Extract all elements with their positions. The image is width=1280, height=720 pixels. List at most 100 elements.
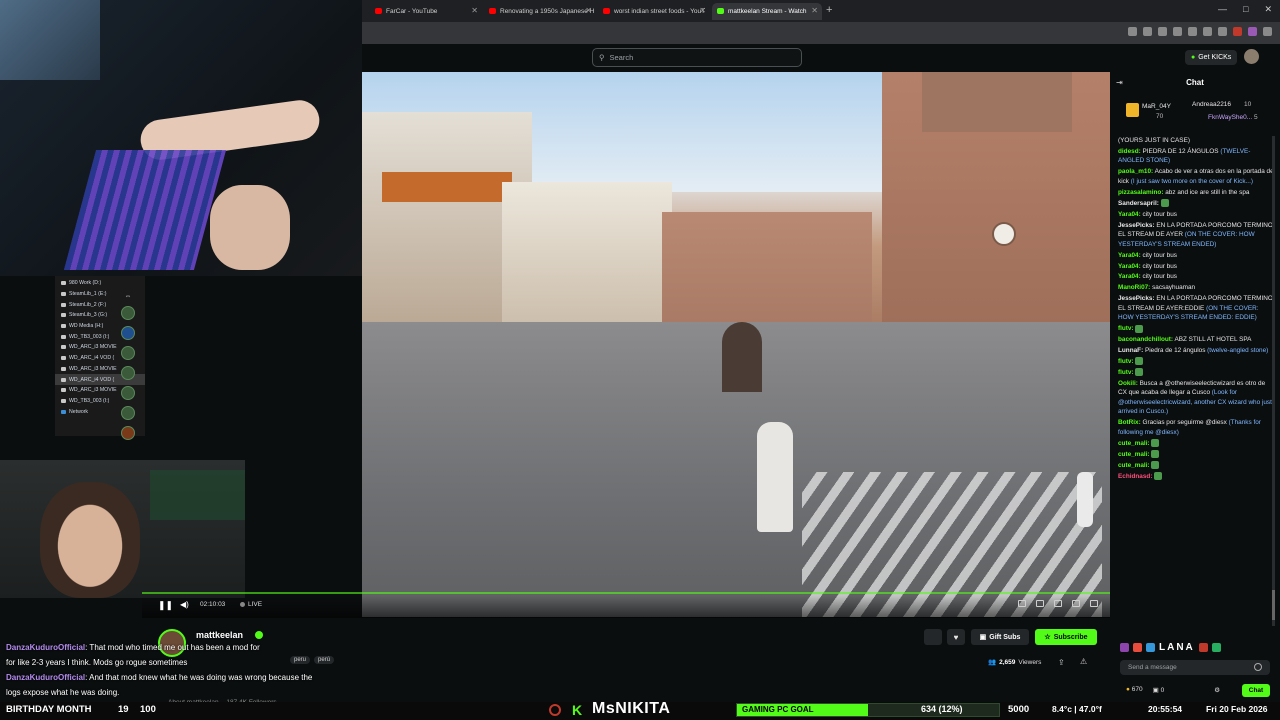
kicks-balance: ● 670 (1126, 686, 1143, 694)
extension-icon[interactable] (1233, 27, 1242, 36)
chat-username[interactable]: ManoRi07: (1118, 284, 1150, 291)
chat-username[interactable]: JessePicks: (1118, 222, 1155, 229)
close-icon[interactable]: ✕ (811, 6, 818, 15)
viewers-icon: 👥 (988, 659, 997, 666)
extension-icon[interactable] (1173, 27, 1182, 36)
emote-icon[interactable] (1198, 642, 1208, 652)
extension-icon[interactable] (1128, 27, 1137, 36)
gift-leaderboard: MaR_04Y 70 Andreaa2216 10 FknWayShe0... … (1118, 97, 1274, 131)
emote-row: LANA (1120, 641, 1221, 653)
chat-username[interactable]: LunnaF: (1118, 347, 1143, 354)
profile-icon[interactable] (1263, 27, 1272, 36)
video-scene-pedestrian (1077, 472, 1093, 527)
file-tree-label: WD_ARC_i3 MOVIE (69, 387, 117, 394)
chat-text: Piedra de 12 ángulos (1144, 347, 1206, 355)
settings-icon[interactable] (1072, 600, 1080, 607)
settings-icon[interactable]: ⚙ (1214, 686, 1220, 694)
new-tab-button[interactable]: + (826, 4, 832, 16)
share-icon[interactable]: ⇪ (1058, 658, 1065, 667)
chat-username[interactable]: Echidnasd: (1118, 473, 1152, 480)
chat-message: Yara04: city tour bus (1118, 262, 1274, 272)
chat-username[interactable]: Ookili: (1118, 380, 1138, 387)
leader-count: 10 (1244, 101, 1252, 108)
chat-username[interactable]: cute_mali: (1118, 440, 1150, 447)
emote-icon[interactable] (1211, 642, 1221, 652)
emote-text: LANA (1159, 641, 1195, 653)
close-icon[interactable]: ✕ (471, 6, 478, 15)
volume-icon[interactable]: ◀) (180, 600, 189, 609)
pause-icon[interactable]: ❚❚ (158, 600, 173, 611)
user-avatar[interactable] (1244, 49, 1259, 64)
emote-icon[interactable] (1146, 642, 1155, 652)
star-icon[interactable] (1158, 27, 1167, 36)
download-icon[interactable] (1203, 27, 1212, 36)
extension-icon[interactable] (1218, 27, 1227, 36)
report-icon[interactable]: ⚠ (1080, 657, 1087, 666)
streamer-name[interactable]: mattkeelan (196, 630, 243, 640)
minimize-button[interactable]: — (1218, 4, 1227, 15)
emote-icon[interactable] (1120, 642, 1129, 652)
maximize-button[interactable]: □ (1243, 4, 1248, 15)
file-tree-label: WD_TB3_003 (I:) (69, 397, 110, 404)
leader-user[interactable]: Andreaa2216 (1192, 101, 1231, 108)
tab-renovating[interactable]: Renovating a 1950s Japanese H ✕ (484, 3, 596, 20)
chat-send-button[interactable]: Chat (1242, 684, 1270, 697)
chat-username[interactable]: pizzasalamino: (1118, 189, 1163, 196)
chat-username[interactable]: cute_mali: (1118, 462, 1150, 469)
fullscreen-icon[interactable] (1090, 600, 1098, 607)
search-input[interactable]: ⚲ Search (592, 48, 802, 67)
extension-icon[interactable] (1248, 27, 1257, 36)
star-icon: ☆ (1044, 634, 1051, 641)
follow-heart-button[interactable]: ♥ (947, 629, 965, 645)
drive-icon (61, 398, 66, 403)
extension-icon[interactable] (1188, 27, 1197, 36)
chat-username[interactable]: flutv: (1118, 369, 1134, 376)
tab-farcar[interactable]: FarCar - YouTube ✕ (370, 3, 482, 20)
ticker-num1: 19 (118, 704, 129, 715)
chat-username[interactable]: JessePicks: (1118, 295, 1155, 302)
close-icon[interactable]: ✕ (699, 6, 706, 15)
get-kicks-button[interactable]: ● Get KICKs (1185, 50, 1238, 65)
chat-message-input[interactable]: Send a message (1120, 660, 1270, 675)
chat-username[interactable]: flutv: (1118, 325, 1134, 332)
pip-icon[interactable] (1036, 600, 1044, 607)
tab-indian-street-foods[interactable]: worst indian street foods - YouT ✕ (598, 3, 710, 20)
chat-username[interactable]: flutv: (1118, 358, 1134, 365)
chat-username[interactable]: Sandersapril: (1118, 200, 1159, 207)
chat-scrollbar[interactable] (1272, 136, 1275, 626)
network-icon (61, 409, 66, 414)
chat-username[interactable]: Yara04: (1118, 252, 1141, 259)
close-window-button[interactable]: ✕ (1264, 4, 1272, 15)
chat-username[interactable]: didesd: (1118, 148, 1141, 155)
chat-username[interactable]: paola_m10: (1118, 168, 1153, 175)
chat-username[interactable]: baconandchillout: (1118, 336, 1173, 343)
record-icon (549, 704, 561, 716)
tab-mattkeelan-stream[interactable]: mattkeelan Stream - Watch ✕ (712, 3, 822, 20)
emote-icon[interactable] (1133, 642, 1142, 652)
chat-username[interactable]: BotRix: (1118, 419, 1141, 426)
chat-username[interactable]: Yara04: (1118, 263, 1141, 270)
extension-icon[interactable] (1143, 27, 1152, 36)
video-player[interactable] (362, 72, 1110, 617)
chat-username[interactable]: Yara04: (1118, 211, 1141, 218)
side-icon-column: ⇔ (118, 293, 138, 440)
progress-bar[interactable] (142, 592, 1110, 594)
emoji-picker-icon[interactable] (1254, 663, 1262, 671)
file-tree-label: SteamLib_2 (F:) (69, 301, 107, 308)
subscribe-button[interactable]: ☆ Subscribe (1035, 629, 1097, 645)
gift-subs-button[interactable]: ▣ Gift Subs (971, 629, 1029, 645)
avatar-icon (121, 386, 135, 400)
file-tree-label: 980 Work (D:) (69, 280, 102, 287)
notification-bell-button[interactable] (924, 629, 942, 645)
gift-icon: ▣ (979, 634, 987, 641)
leader-user[interactable]: FknWayShe0... (1208, 114, 1252, 121)
chat-scroll-thumb[interactable] (1272, 590, 1275, 620)
captions-icon[interactable] (1018, 600, 1026, 607)
chat-username[interactable]: cute_mali: (1118, 451, 1150, 458)
chat-username[interactable]: Yara04: (1118, 273, 1141, 280)
leader-user[interactable]: MaR_04Y (1142, 103, 1171, 110)
youtube-icon (603, 8, 610, 14)
theater-mode-icon[interactable] (1054, 600, 1062, 607)
chat-message: didesd: PIEDRA DE 12 ÁNGULOS (TWELVE-ANG… (1118, 147, 1274, 166)
close-icon[interactable]: ✕ (585, 6, 592, 15)
